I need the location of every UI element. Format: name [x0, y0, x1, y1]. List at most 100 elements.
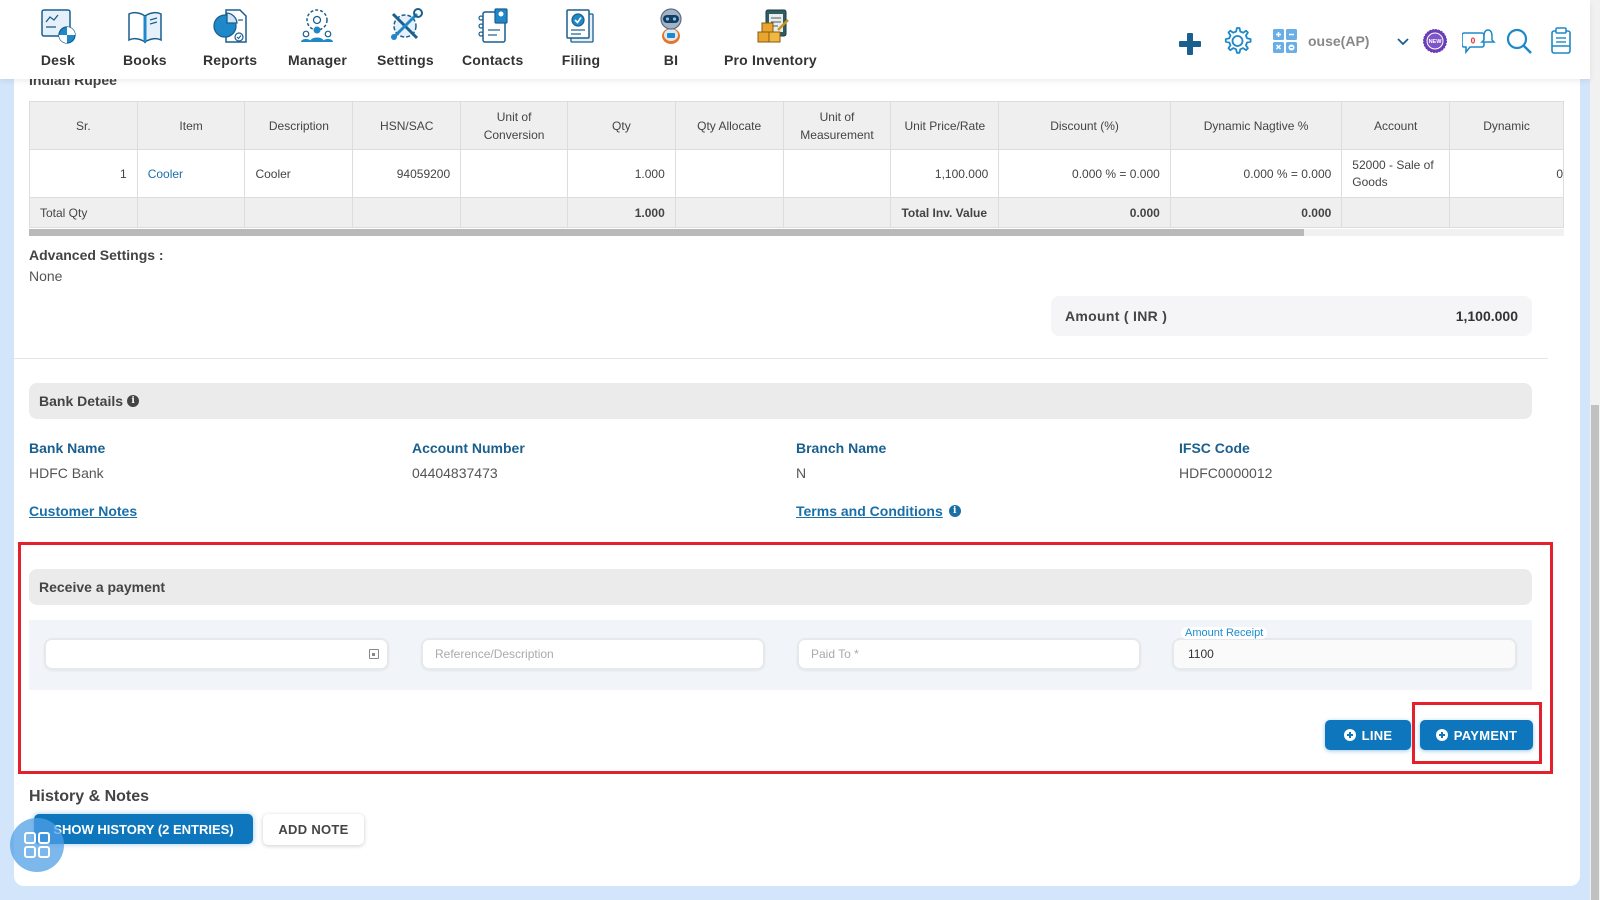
ifsc-code-value: HDFC0000012 [1179, 465, 1273, 481]
company-dropdown[interactable] [1386, 22, 1420, 62]
page-scrollbar[interactable] [1590, 0, 1600, 900]
info-icon[interactable]: i [948, 505, 961, 517]
settings-tools-icon [391, 8, 424, 40]
nav-filing[interactable]: Filing [561, 6, 601, 68]
reports-icon [213, 9, 247, 43]
nav-reports[interactable]: Reports [203, 6, 257, 68]
paid-to-input[interactable] [811, 647, 1141, 661]
nav-label: Pro Inventory [724, 52, 817, 68]
advanced-settings-value: None [29, 268, 63, 284]
nav-contacts[interactable]: Contacts [462, 6, 524, 68]
nav-label: Desk [40, 52, 76, 68]
total-dynamic-negative-value: 0.000 [1169, 197, 1343, 228]
receive-payment-title: Receive a payment [39, 579, 166, 595]
col-header-sr: Sr. [29, 101, 138, 150]
notifications-button[interactable]: 0 [1461, 21, 1497, 61]
items-table: Sr. Item Description HSN/SAC Unit of Con… [29, 101, 1564, 228]
nav-settings[interactable]: Settings [377, 6, 434, 68]
history-notes-title: History & Notes [29, 788, 150, 805]
total-qty-value: 1.000 [567, 197, 676, 228]
col-header-description: Description [244, 101, 354, 150]
settings-button[interactable] [1220, 21, 1254, 61]
ifsc-code-label: IFSC Code [1179, 440, 1250, 456]
manager-icon [301, 9, 334, 42]
info-icon[interactable]: i [127, 395, 140, 407]
nav-books[interactable]: Books [123, 6, 167, 68]
col-header-unit-conversion: Unit of Conversion [460, 101, 569, 150]
reference-field[interactable] [421, 638, 765, 670]
notification-count: 0 [1471, 37, 1476, 46]
bank-name-field: Bank Name HDFC Bank [29, 440, 105, 481]
chevron-down-icon [1397, 38, 1409, 46]
cell-item-link[interactable]: Cooler [136, 149, 246, 198]
table-header-row: Sr. Item Description HSN/SAC Unit of Con… [29, 101, 1564, 150]
col-header-item: Item [136, 101, 246, 150]
paid-to-field[interactable] [797, 638, 1141, 670]
col-header-qty-allocate: Qty Allocate [674, 101, 784, 150]
branch-name-value: N [796, 465, 807, 481]
total-qty-label: Total Qty [29, 197, 138, 228]
documents-button[interactable] [1544, 21, 1578, 61]
terms-conditions-link[interactable]: Terms and Conditions [796, 503, 943, 519]
clipboard-icon [1551, 27, 1571, 54]
cell-unit-price: 1,100.000 [890, 149, 1000, 198]
top-navigation: Desk Books Reports Manager Settings Cont… [0, 0, 1590, 79]
new-badge-text: NEW [1429, 39, 1443, 45]
table-scrollbar-thumb[interactable] [29, 229, 1304, 236]
payment-date-input[interactable] [58, 647, 389, 661]
receive-payment-header: Receive a payment [29, 569, 1532, 605]
add-new-button[interactable] [1173, 24, 1207, 64]
grid-icon [24, 832, 50, 858]
nav-label: Contacts [462, 52, 524, 68]
amount-label: Amount ( INR ) [1065, 308, 1168, 324]
page-scrollbar-thumb[interactable] [1591, 405, 1599, 900]
nav-label: Manager [288, 52, 347, 68]
amount-receipt-label: Amount Receipt [1181, 627, 1268, 639]
account-number-label: Account Number [412, 440, 525, 456]
customer-notes-link[interactable]: Customer Notes [29, 503, 137, 519]
contacts-icon [478, 8, 508, 43]
add-line-button[interactable]: LINE [1325, 720, 1411, 750]
company-name[interactable]: ouse(AP) [1308, 33, 1369, 49]
calculator-button[interactable] [1268, 21, 1302, 61]
add-payment-label: PAYMENT [1453, 727, 1518, 743]
section-divider [14, 358, 1548, 359]
total-discount-value: 0.000 [998, 197, 1171, 228]
books-icon [128, 11, 162, 44]
col-header-unit-price: Unit Price/Rate [890, 101, 1000, 150]
cell-dynamic: 0 [1449, 149, 1564, 198]
amount-receipt-field[interactable] [1172, 638, 1517, 670]
nav-bi[interactable]: BI [651, 6, 691, 68]
amount-receipt-input[interactable] [1186, 647, 1517, 661]
amount-summary: Amount ( INR ) 1,100.000 [1051, 296, 1532, 336]
cell-unit-conversion [460, 149, 569, 198]
col-header-account: Account [1341, 101, 1451, 150]
cell-sr: 1 [29, 149, 138, 198]
bank-name-value: HDFC Bank [29, 465, 104, 481]
nav-label: Filing [561, 52, 601, 68]
calendar-icon[interactable] [369, 649, 379, 659]
gear-icon [1224, 27, 1252, 54]
nav-manager[interactable]: Manager [288, 6, 347, 68]
search-button[interactable] [1502, 21, 1536, 61]
reference-input[interactable] [435, 647, 765, 661]
cell-qty: 1.000 [567, 149, 676, 198]
cell-qty-allocate [674, 149, 784, 198]
nav-pro-inventory[interactable]: Pro Inventory [724, 6, 817, 68]
show-history-button[interactable]: SHOW HISTORY (2 ENTRIES) [34, 814, 253, 844]
account-number-field: Account Number 04404837473 [412, 440, 525, 481]
nav-label: Reports [203, 52, 258, 68]
table-horizontal-scrollbar[interactable] [29, 229, 1564, 236]
apps-menu-button[interactable] [10, 818, 64, 872]
advanced-settings-label: Advanced Settings : [29, 247, 164, 263]
col-header-discount: Discount (%) [998, 101, 1171, 150]
whats-new-button[interactable]: NEW [1418, 21, 1452, 61]
payment-date-field[interactable] [44, 638, 389, 670]
add-payment-button[interactable]: PAYMENT [1420, 720, 1533, 750]
pro-inventory-icon [757, 9, 790, 43]
nav-desk[interactable]: Desk [38, 6, 78, 68]
cell-discount: 0.000 % = 0.000 [998, 149, 1171, 198]
account-number-value: 04404837473 [412, 465, 498, 481]
add-note-button[interactable]: ADD NOTE [263, 814, 364, 845]
bank-name-label: Bank Name [29, 440, 106, 456]
